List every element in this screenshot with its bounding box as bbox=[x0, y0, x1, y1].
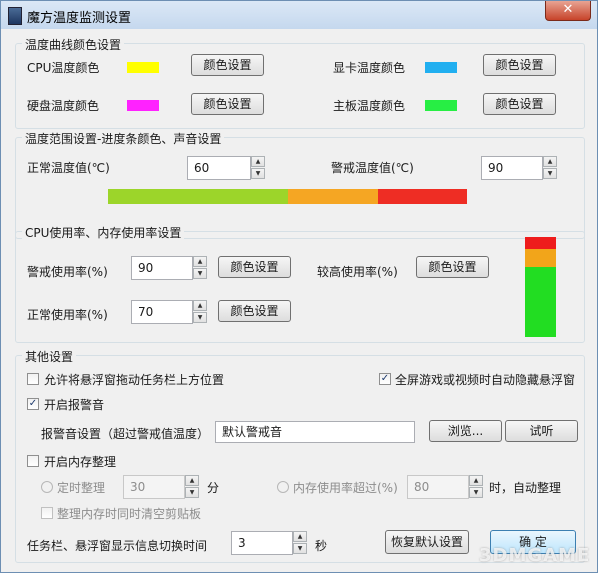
spin-down-icon[interactable]: ▼ bbox=[293, 543, 307, 554]
alarm-checkbox[interactable]: ✓ bbox=[27, 398, 39, 410]
auto-hide-checkbox[interactable]: ✓ bbox=[379, 373, 391, 385]
spin-up-icon[interactable]: ▲ bbox=[293, 531, 307, 542]
app-icon bbox=[8, 7, 22, 25]
curve-color-legend: 温度曲线颜色设置 bbox=[22, 36, 125, 53]
board-color-label: 主板温度颜色 bbox=[333, 99, 406, 113]
usage-normal-label: 正常使用率(%) bbox=[27, 308, 108, 322]
temp-bar-warn bbox=[378, 189, 467, 204]
mem-over-radio[interactable] bbox=[277, 481, 289, 493]
title-bar[interactable]: 魔方温度监测设置 ✕ bbox=[1, 1, 597, 29]
restore-default-button[interactable]: 恢复默认设置 bbox=[385, 530, 469, 554]
timed-cleanup-input[interactable]: 30 bbox=[123, 475, 185, 499]
usage-warn-input[interactable]: 90 bbox=[131, 256, 193, 280]
close-button[interactable]: ✕ bbox=[545, 1, 591, 21]
spin-down-icon[interactable]: ▼ bbox=[251, 168, 265, 179]
mem-over-input[interactable]: 80 bbox=[407, 475, 469, 499]
spin-up-icon[interactable]: ▲ bbox=[469, 475, 483, 486]
gpu-color-swatch bbox=[425, 62, 457, 73]
mem-over-label[interactable]: 内存使用率超过(%) bbox=[293, 479, 398, 496]
usage-warn-label: 警戒使用率(%) bbox=[27, 265, 108, 279]
usage-legend: CPU使用率、内存使用率设置 bbox=[22, 224, 185, 241]
spin-up-icon[interactable]: ▲ bbox=[543, 156, 557, 167]
watermark-text: 3DMGAME bbox=[479, 545, 591, 566]
allow-drag-checkbox[interactable] bbox=[27, 373, 39, 385]
client-area: 温度曲线颜色设置 CPU温度颜色 颜色设置 显卡温度颜色 颜色设置 硬盘温度颜色… bbox=[9, 29, 589, 567]
clear-clipboard-label[interactable]: 整理内存时同时清空剪贴板 bbox=[57, 505, 201, 522]
browse-button[interactable]: 浏览... bbox=[429, 420, 502, 442]
listen-button[interactable]: 试听 bbox=[505, 420, 578, 442]
normal-temp-input[interactable]: 60 bbox=[187, 156, 251, 180]
disk-color-label: 硬盘温度颜色 bbox=[27, 99, 100, 113]
auto-hide-label[interactable]: 全屏游戏或视频时自动隐藏悬浮窗 bbox=[395, 371, 575, 388]
spin-down-icon[interactable]: ▼ bbox=[469, 487, 483, 498]
usage-high-color-button[interactable]: 颜色设置 bbox=[416, 256, 489, 278]
temp-range-legend: 温度范围设置-进度条颜色、声音设置 bbox=[22, 130, 225, 147]
usage-warn-color-button[interactable]: 颜色设置 bbox=[218, 256, 291, 278]
board-color-button[interactable]: 颜色设置 bbox=[483, 93, 556, 115]
switch-time-input[interactable]: 3 bbox=[231, 531, 293, 555]
clear-clipboard-checkbox[interactable] bbox=[41, 507, 53, 519]
spin-up-icon[interactable]: ▲ bbox=[193, 300, 207, 311]
usage-normal-color-button[interactable]: 颜色设置 bbox=[218, 300, 291, 322]
normal-temp-spinner[interactable]: 60 ▲ ▼ bbox=[187, 156, 265, 180]
gpu-color-label: 显卡温度颜色 bbox=[333, 61, 406, 75]
spin-up-icon[interactable]: ▲ bbox=[193, 256, 207, 267]
alarm-sound-field[interactable]: 默认警戒音 bbox=[215, 421, 415, 443]
usage-group: CPU使用率、内存使用率设置 bbox=[15, 224, 585, 343]
mem-over-suffix: 时，自动整理 bbox=[489, 481, 562, 495]
switch-time-unit: 秒 bbox=[315, 539, 328, 553]
usage-level-warn bbox=[525, 237, 556, 249]
mem-over-spinner[interactable]: 80 ▲ ▼ bbox=[407, 475, 483, 499]
switch-time-spinner[interactable]: 3 ▲ ▼ bbox=[231, 531, 307, 555]
timed-cleanup-unit: 分 bbox=[207, 481, 220, 495]
normal-temp-label: 正常温度值(℃) bbox=[27, 161, 110, 175]
usage-level-bar bbox=[525, 237, 556, 337]
warn-temp-label: 警戒温度值(℃) bbox=[331, 161, 414, 175]
settings-window: 魔方温度监测设置 ✕ 温度曲线颜色设置 CPU温度颜色 颜色设置 显卡温度颜色 … bbox=[0, 0, 598, 573]
usage-warn-spinner[interactable]: 90 ▲ ▼ bbox=[131, 256, 207, 280]
spin-up-icon[interactable]: ▲ bbox=[251, 156, 265, 167]
mem-cleanup-label[interactable]: 开启内存整理 bbox=[44, 453, 116, 470]
warn-temp-spinner[interactable]: 90 ▲ ▼ bbox=[481, 156, 557, 180]
gpu-color-button[interactable]: 颜色设置 bbox=[483, 54, 556, 76]
spin-down-icon[interactable]: ▼ bbox=[543, 168, 557, 179]
alarm-label[interactable]: 开启报警音 bbox=[44, 396, 104, 413]
timed-cleanup-label[interactable]: 定时整理 bbox=[57, 479, 105, 496]
window-title: 魔方温度监测设置 bbox=[27, 11, 132, 26]
alarm-setting-label: 报警音设置（超过警戒值温度） bbox=[41, 427, 210, 441]
spin-down-icon[interactable]: ▼ bbox=[193, 312, 207, 323]
switch-time-label: 任务栏、悬浮窗显示信息切换时间 bbox=[27, 539, 208, 553]
cpu-color-swatch bbox=[127, 62, 159, 73]
disk-color-swatch bbox=[127, 100, 159, 111]
timed-cleanup-radio[interactable] bbox=[41, 481, 53, 493]
temp-bar-mid bbox=[288, 189, 378, 204]
spin-down-icon[interactable]: ▼ bbox=[193, 268, 207, 279]
mem-cleanup-checkbox[interactable] bbox=[27, 455, 39, 467]
other-settings-legend: 其他设置 bbox=[22, 348, 77, 365]
timed-cleanup-spinner[interactable]: 30 ▲ ▼ bbox=[123, 475, 199, 499]
usage-level-high bbox=[525, 249, 556, 267]
warn-temp-input[interactable]: 90 bbox=[481, 156, 543, 180]
usage-normal-spinner[interactable]: 70 ▲ ▼ bbox=[131, 300, 207, 324]
temp-bar-normal bbox=[108, 189, 288, 204]
spin-down-icon[interactable]: ▼ bbox=[185, 487, 199, 498]
spin-up-icon[interactable]: ▲ bbox=[185, 475, 199, 486]
usage-normal-input[interactable]: 70 bbox=[131, 300, 193, 324]
cpu-color-label: CPU温度颜色 bbox=[27, 61, 100, 75]
allow-drag-label[interactable]: 允许将悬浮窗拖动任务栏上方位置 bbox=[44, 371, 224, 388]
usage-high-label: 较高使用率(%) bbox=[317, 265, 398, 279]
board-color-swatch bbox=[425, 100, 457, 111]
cpu-color-button[interactable]: 颜色设置 bbox=[191, 54, 264, 76]
disk-color-button[interactable]: 颜色设置 bbox=[191, 93, 264, 115]
